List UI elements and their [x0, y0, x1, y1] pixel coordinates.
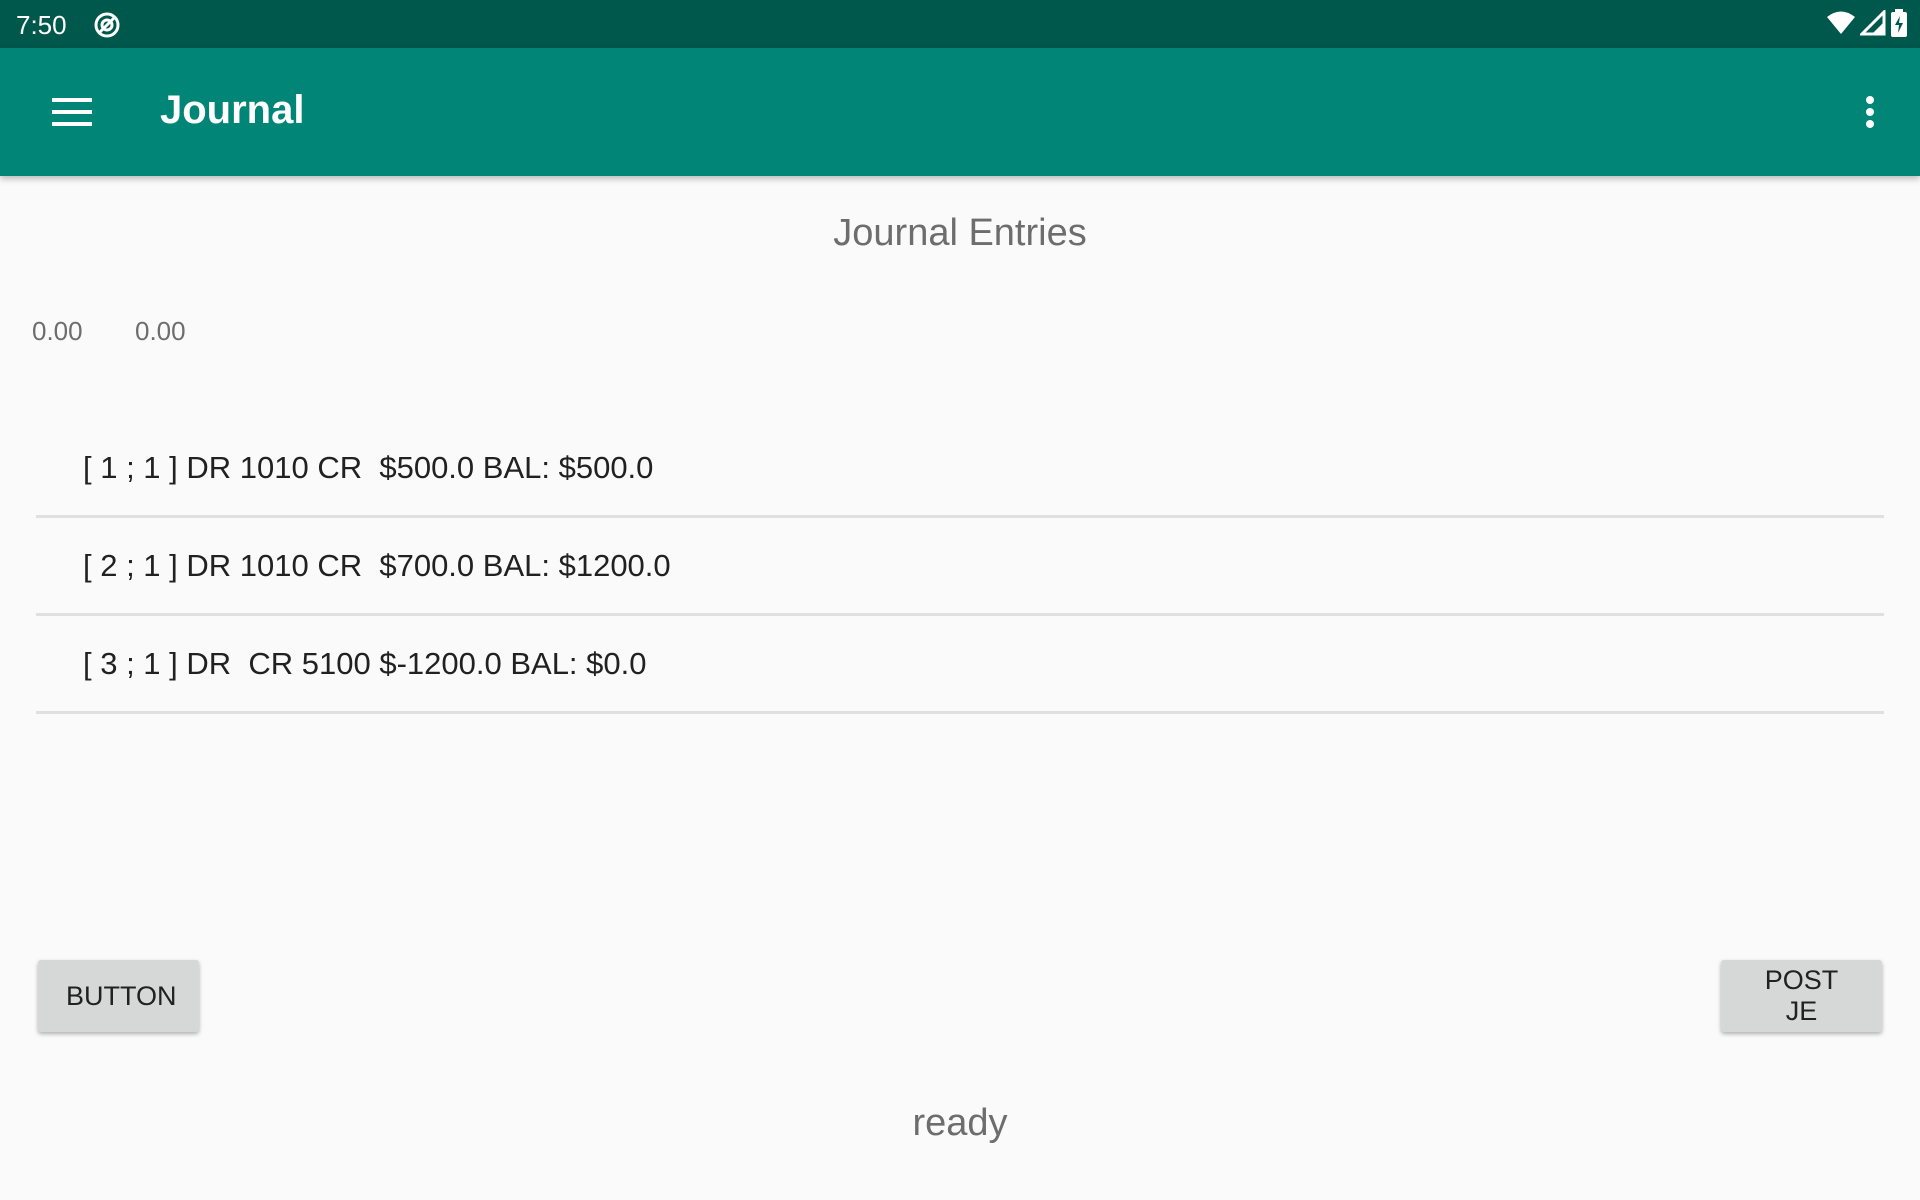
sync-icon	[92, 10, 122, 40]
app-bar: Journal	[0, 48, 1920, 176]
wifi-icon	[1826, 10, 1856, 41]
journal-entry-row[interactable]: [ 3 ; 1 ] DR CR 5100 $-1200.0 BAL: $0.0	[36, 616, 1884, 714]
status-time: 7:50	[16, 10, 67, 40]
signal-icon	[1858, 7, 1886, 41]
credit-total: 0.00	[135, 316, 186, 346]
battery-charging-icon	[1890, 8, 1908, 43]
hamburger-menu-icon[interactable]	[36, 82, 108, 142]
app-title: Journal	[160, 88, 305, 132]
post-je-button[interactable]: POST JE	[1721, 960, 1882, 1032]
button[interactable]: BUTTON	[38, 960, 199, 1032]
section-title: Journal Entries	[833, 212, 1087, 254]
more-vert-icon[interactable]	[1840, 82, 1900, 142]
journal-entry-row[interactable]: [ 2 ; 1 ] DR 1010 CR $700.0 BAL: $1200.0	[36, 518, 1884, 616]
debit-total: 0.00	[32, 316, 83, 346]
status-text: ready	[912, 1102, 1008, 1144]
journal-entry-list: [ 1 ; 1 ] DR 1010 CR $500.0 BAL: $500.0 …	[36, 420, 1884, 714]
status-bar: 7:50	[0, 0, 1920, 48]
journal-entry-row[interactable]: [ 1 ; 1 ] DR 1010 CR $500.0 BAL: $500.0	[36, 420, 1884, 518]
